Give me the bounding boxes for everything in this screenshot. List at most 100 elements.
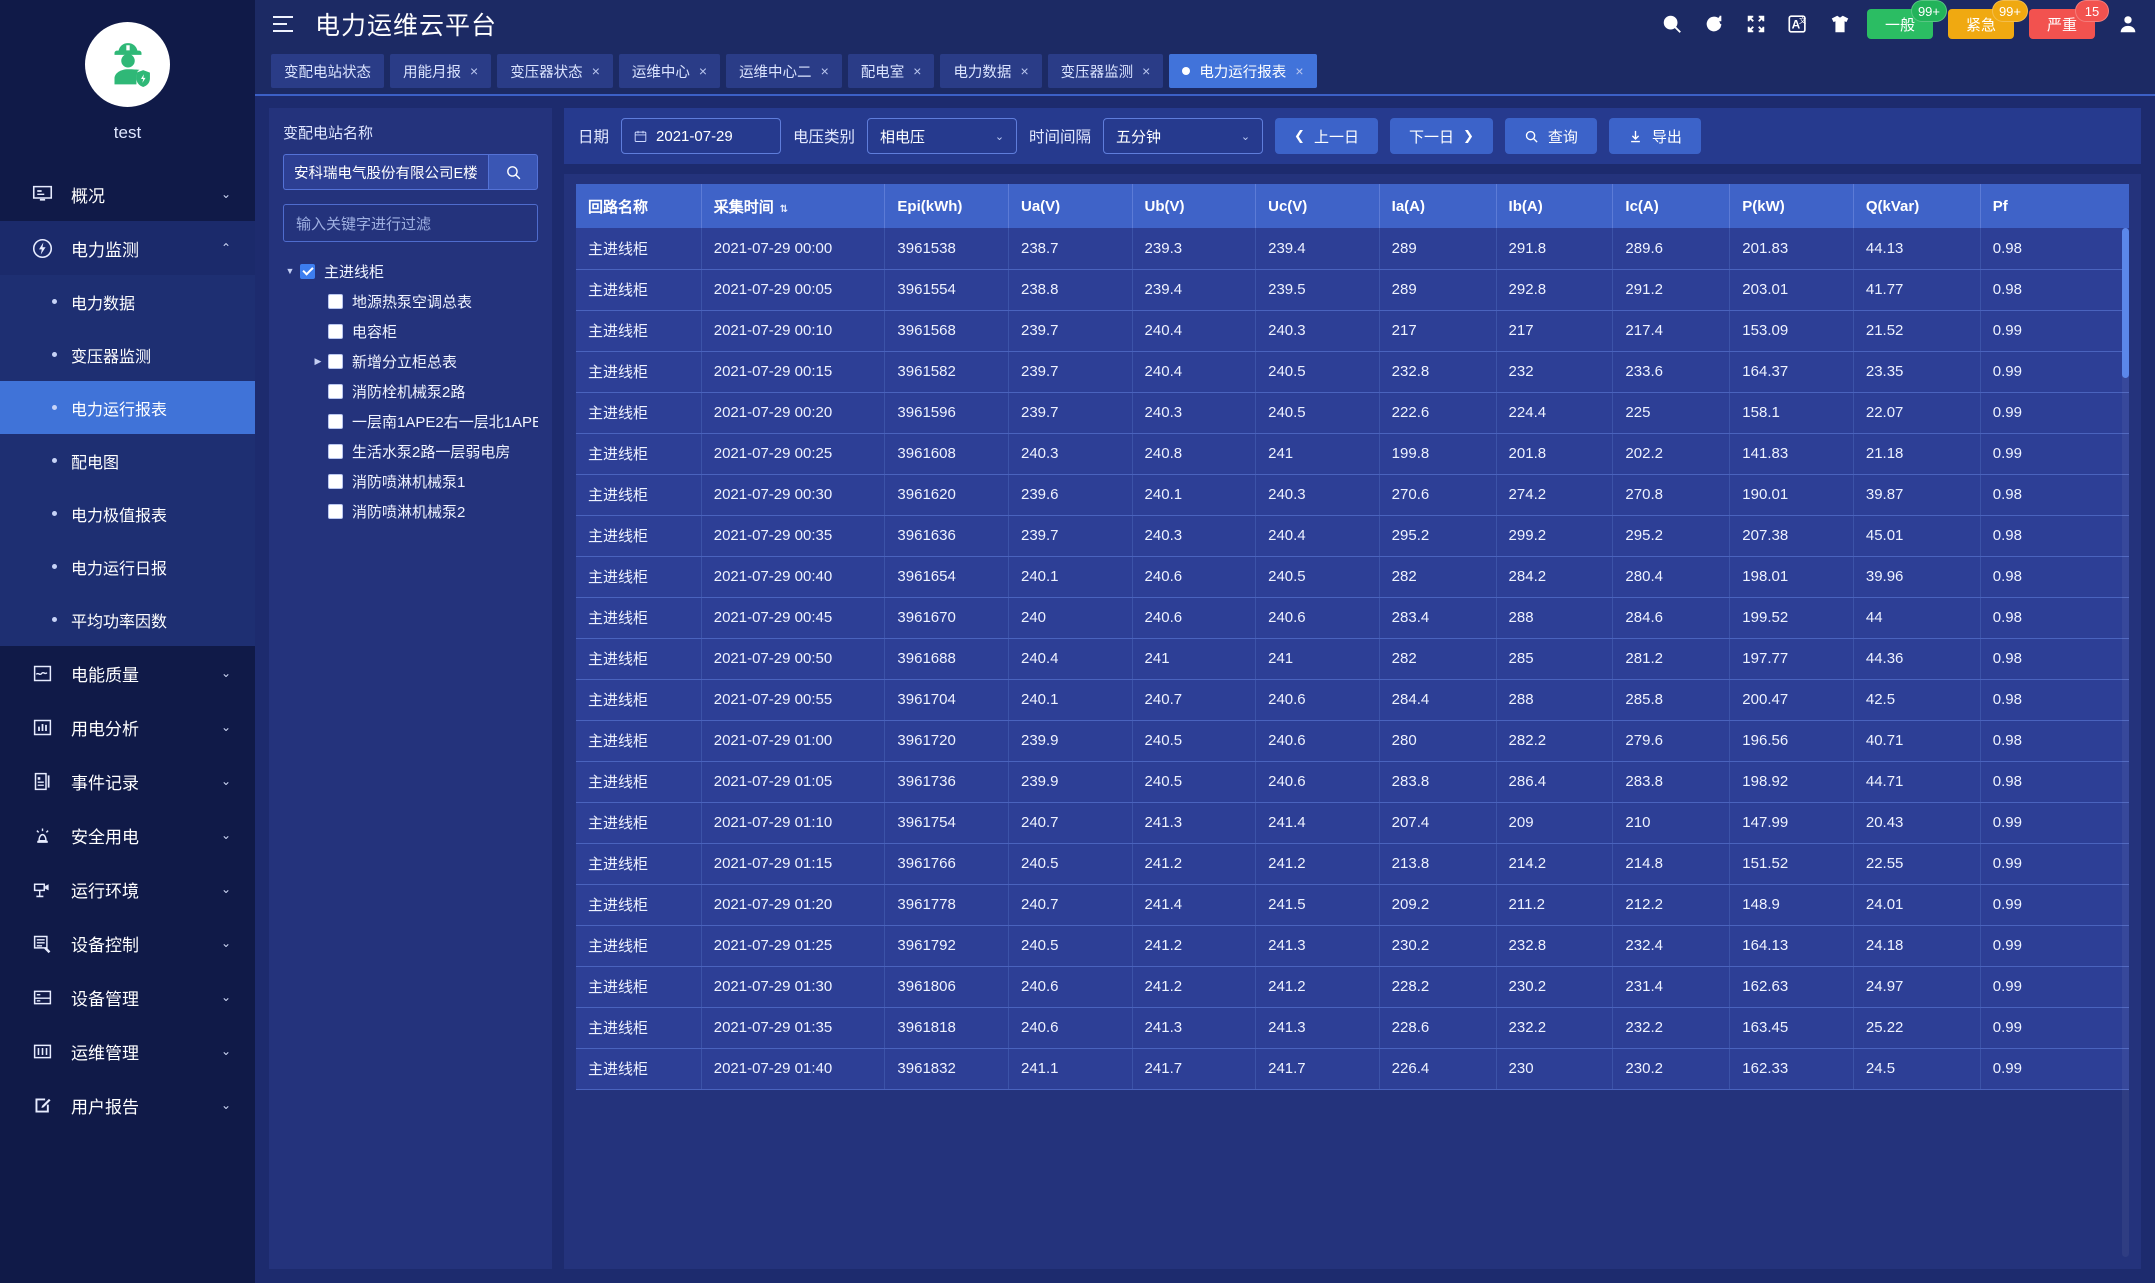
table-scrollbar-thumb[interactable] (2122, 228, 2129, 378)
tab-power-operation-report[interactable]: 电力运行报表 × (1169, 54, 1316, 88)
sidebar-item-avg-power-factor[interactable]: 平均功率因数 (0, 593, 255, 646)
tab-transformer-status[interactable]: 变压器状态 × (497, 54, 613, 88)
next-day-button[interactable]: 下一日 ❯ (1390, 118, 1493, 154)
tree-checkbox[interactable] (300, 264, 315, 279)
table-row[interactable]: 主进线柜2021-07-29 00:503961688240.424124128… (576, 638, 2129, 679)
tree-checkbox[interactable] (328, 504, 343, 519)
tree-node-sprinkler-pump-2[interactable]: 消防喷淋机械泵2 (283, 496, 538, 526)
tab-transformer-monitor[interactable]: 变压器监测 × (1048, 54, 1164, 88)
table-row[interactable]: 主进线柜2021-07-29 01:403961832241.1241.7241… (576, 1048, 2129, 1089)
translate-icon[interactable]: A文 (1787, 13, 1809, 35)
table-row[interactable]: 主进线柜2021-07-29 00:203961596239.7240.3240… (576, 392, 2129, 433)
tree-node-new-standalone-cabinet[interactable]: ▶ 新增分立柜总表 (283, 346, 538, 376)
sort-updown-icon[interactable]: ⇅ (780, 205, 788, 215)
tab-ops-center[interactable]: 运维中心 × (619, 54, 720, 88)
sidebar-item-transformer-monitor[interactable]: 变压器监测 (0, 328, 255, 381)
tree-node-domestic-water-pump-2[interactable]: 生活水泵2路一层弱电房 (283, 436, 538, 466)
close-icon[interactable]: × (699, 64, 707, 78)
sidebar-item-usage-analysis[interactable]: 用电分析 ⌄ (0, 700, 255, 754)
table-row[interactable]: 主进线柜2021-07-29 01:153961766240.5241.2241… (576, 843, 2129, 884)
col-q[interactable]: Q(kVar) (1853, 184, 1980, 228)
sidebar-item-power-report[interactable]: 电力运行报表 (0, 381, 255, 434)
col-circuit-name[interactable]: 回路名称 (576, 184, 701, 228)
table-row[interactable]: 主进线柜2021-07-29 01:253961792240.5241.2241… (576, 925, 2129, 966)
tree-node-capacitor-cabinet[interactable]: 电容柜 (283, 316, 538, 346)
col-ib[interactable]: Ib(A) (1496, 184, 1613, 228)
hamburger-icon[interactable] (273, 16, 295, 32)
sidebar-item-extreme-report[interactable]: 电力极值报表 (0, 487, 255, 540)
table-row[interactable]: 主进线柜2021-07-29 00:303961620239.6240.1240… (576, 474, 2129, 515)
tab-distribution-room[interactable]: 配电室 × (848, 54, 935, 88)
tree-checkbox[interactable] (328, 384, 343, 399)
sidebar-item-daily-report[interactable]: 电力运行日报 (0, 540, 255, 593)
tree-checkbox[interactable] (328, 474, 343, 489)
tab-monthly-energy-report[interactable]: 用能月报 × (390, 54, 491, 88)
sidebar-item-safe-electricity[interactable]: 安全用电 ⌄ (0, 808, 255, 862)
sidebar-item-environment[interactable]: 运行环境 ⌄ (0, 862, 255, 916)
station-search-button[interactable] (488, 154, 538, 190)
caret-right-icon[interactable]: ▶ (311, 356, 325, 367)
voltage-type-select[interactable]: 相电压 ⌄ (867, 118, 1017, 154)
sidebar-item-power-data[interactable]: 电力数据 (0, 275, 255, 328)
search-icon[interactable] (1661, 13, 1683, 35)
col-ic[interactable]: Ic(A) (1613, 184, 1730, 228)
col-p[interactable]: P(kW) (1730, 184, 1854, 228)
table-row[interactable]: 主进线柜2021-07-29 00:103961568239.7240.4240… (576, 310, 2129, 351)
table-scroll-region[interactable]: 回路名称 采集时间⇅ Epi(kWh) Ua(V) Ub(V) Uc(V) Ia… (576, 184, 2129, 1257)
tab-power-data[interactable]: 电力数据 × (940, 54, 1041, 88)
tree-checkbox[interactable] (328, 324, 343, 339)
user-avatar-icon[interactable] (2117, 13, 2139, 35)
fullscreen-icon[interactable] (1745, 13, 1767, 35)
table-row[interactable]: 主进线柜2021-07-29 00:353961636239.7240.3240… (576, 515, 2129, 556)
tab-ops-center-two[interactable]: 运维中心二 × (726, 54, 842, 88)
close-icon[interactable]: × (821, 64, 829, 78)
sidebar-item-user-report[interactable]: 用户报告 ⌄ (0, 1078, 255, 1132)
tree-checkbox[interactable] (328, 354, 343, 369)
tree-node-floor1-ape[interactable]: 一层南1APE2右一层北1APE1左 (283, 406, 538, 436)
prev-day-button[interactable]: ❮ 上一日 (1275, 118, 1378, 154)
close-icon[interactable]: × (1142, 64, 1150, 78)
col-pf[interactable]: Pf (1980, 184, 2129, 228)
sidebar-item-device-management[interactable]: 设备管理 ⌄ (0, 970, 255, 1024)
tree-checkbox[interactable] (328, 444, 343, 459)
alarm-pill-urgent[interactable]: 紧急 99+ (1948, 9, 2014, 39)
refresh-icon[interactable] (1703, 13, 1725, 35)
station-input[interactable]: 安科瑞电气股份有限公司E楼 (283, 154, 488, 190)
tree-filter-input[interactable]: 输入关键字进行过滤 (283, 204, 538, 242)
table-row[interactable]: 主进线柜2021-07-29 01:103961754240.7241.3241… (576, 802, 2129, 843)
caret-down-icon[interactable]: ▼ (283, 266, 297, 276)
table-row[interactable]: 主进线柜2021-07-29 01:203961778240.7241.4241… (576, 884, 2129, 925)
date-picker[interactable]: 2021-07-29 (621, 118, 781, 154)
table-row[interactable]: 主进线柜2021-07-29 00:453961670240240.6240.6… (576, 597, 2129, 638)
interval-select[interactable]: 五分钟 ⌄ (1103, 118, 1263, 154)
col-uc[interactable]: Uc(V) (1256, 184, 1380, 228)
table-row[interactable]: 主进线柜2021-07-29 00:553961704240.1240.7240… (576, 679, 2129, 720)
table-row[interactable]: 主进线柜2021-07-29 01:003961720239.9240.5240… (576, 720, 2129, 761)
col-ia[interactable]: Ia(A) (1379, 184, 1496, 228)
export-button[interactable]: 导出 (1609, 118, 1701, 154)
query-button[interactable]: 查询 (1505, 118, 1597, 154)
avatar[interactable] (85, 22, 170, 107)
sidebar-item-distribution-diagram[interactable]: 配电图 (0, 434, 255, 487)
tree-node-sprinkler-pump-1[interactable]: 消防喷淋机械泵1 (283, 466, 538, 496)
table-row[interactable]: 主进线柜2021-07-29 00:053961554238.8239.4239… (576, 269, 2129, 310)
table-row[interactable]: 主进线柜2021-07-29 00:403961654240.1240.6240… (576, 556, 2129, 597)
tab-substation-status[interactable]: 变配电站状态 (271, 54, 384, 88)
tree-checkbox[interactable] (328, 294, 343, 309)
tree-node-hydrant-pump-2[interactable]: 消防栓机械泵2路 (283, 376, 538, 406)
table-row[interactable]: 主进线柜2021-07-29 01:053961736239.9240.5240… (576, 761, 2129, 802)
tree-node-ground-source-heatpump[interactable]: 地源热泵空调总表 (283, 286, 538, 316)
sidebar-item-ops-management[interactable]: 运维管理 ⌄ (0, 1024, 255, 1078)
col-ua[interactable]: Ua(V) (1008, 184, 1132, 228)
close-icon[interactable]: × (470, 64, 478, 78)
sidebar-item-power-quality[interactable]: 电能质量 ⌄ (0, 646, 255, 700)
tree-node-main-incoming-cabinet[interactable]: ▼ 主进线柜 (283, 256, 538, 286)
table-row[interactable]: 主进线柜2021-07-29 00:003961538238.7239.3239… (576, 228, 2129, 269)
close-icon[interactable]: × (592, 64, 600, 78)
sidebar-item-power-monitoring[interactable]: 电力监测 ⌃ (0, 221, 255, 275)
col-epi[interactable]: Epi(kWh) (885, 184, 1009, 228)
alarm-pill-normal[interactable]: 一般 99+ (1867, 9, 1933, 39)
sidebar-item-event-log[interactable]: 事件记录 ⌄ (0, 754, 255, 808)
close-icon[interactable]: × (1295, 64, 1303, 78)
close-icon[interactable]: × (1020, 64, 1028, 78)
